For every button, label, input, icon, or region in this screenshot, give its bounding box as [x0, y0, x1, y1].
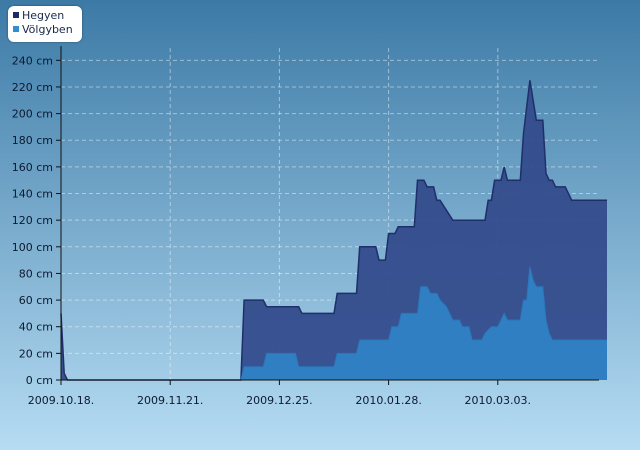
legend-label-hegyen: Hegyen — [22, 9, 65, 22]
legend-item-hegyen: Hegyen — [13, 9, 64, 23]
y-tick-label: 200 cm — [12, 108, 53, 121]
x-tick-label: 2009.10.18. — [28, 394, 94, 407]
y-tick-label: 240 cm — [12, 54, 53, 67]
x-tick-label: 2009.11.21. — [137, 394, 203, 407]
legend-swatch-volgyben — [13, 26, 19, 32]
y-tick-label: 60 cm — [19, 294, 53, 307]
legend-label-volgyben: Völgyben — [22, 23, 73, 36]
y-tick-label: 40 cm — [19, 321, 53, 334]
y-tick-label: 140 cm — [12, 188, 53, 201]
legend-swatch-hegyen — [13, 12, 19, 18]
snow-depth-chart: 0 cm 20 cm 40 cm 60 cm 80 cm 100 cm 120 cm 140 … — [0, 0, 640, 450]
y-tick-label: 220 cm — [12, 81, 53, 94]
x-tick-label: 2010.03.03. — [465, 394, 531, 407]
y-tick-label: 180 cm — [12, 134, 53, 147]
y-tick-label: 100 cm — [12, 241, 53, 254]
y-tick-label: 120 cm — [12, 214, 53, 227]
y-tick-label: 0 cm — [26, 374, 53, 387]
y-tick-label: 80 cm — [19, 267, 53, 280]
legend-item-volgyben: Völgyben — [13, 23, 73, 37]
x-tick-label: 2010.01.28. — [355, 394, 421, 407]
y-tick-label: 20 cm — [19, 347, 53, 360]
x-tick-label: 2009.12.25. — [246, 394, 312, 407]
y-tick-label: 160 cm — [12, 161, 53, 174]
legend: Hegyen Völgyben — [8, 6, 82, 42]
chart-canvas: 0 cm 20 cm 40 cm 60 cm 80 cm 100 cm 120 cm 140 … — [0, 0, 640, 450]
